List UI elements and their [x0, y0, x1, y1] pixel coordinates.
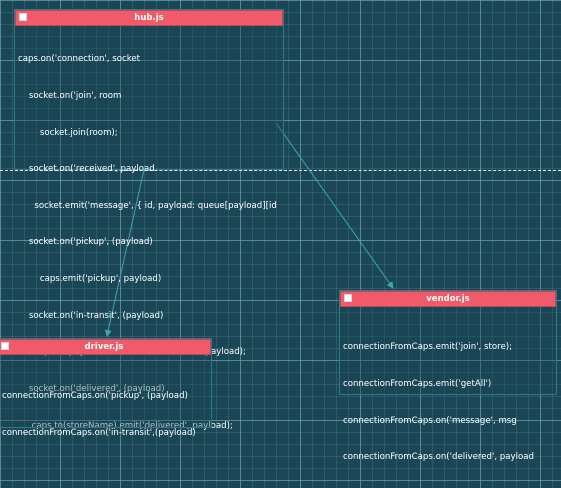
driver-header[interactable]: driver.js: [0, 339, 211, 355]
code-line: caps.on('connection', socket: [18, 54, 141, 65]
class-icon: [1, 342, 9, 350]
code-line: socket.emit('message', { id, payload: qu…: [18, 200, 277, 211]
code-line: connectionFromCaps.emit('getAll'): [343, 379, 492, 390]
class-icon: [344, 294, 352, 302]
vendor-body: connectionFromCaps.emit('join', store); …: [340, 307, 556, 488]
driver-box[interactable]: driver.js connectionFromCaps.on('pickup'…: [0, 338, 212, 438]
vendor-header[interactable]: vendor.js: [340, 291, 556, 307]
hub-title: hub.js: [134, 13, 164, 23]
hub-to-vendor-connector: [275, 122, 394, 289]
driver-body: connectionFromCaps.on('pickup', (payload…: [0, 355, 211, 464]
vendor-title: vendor.js: [426, 294, 470, 304]
code-line: socket.on('in-transit', (payload): [18, 310, 164, 321]
hub-header[interactable]: hub.js: [15, 10, 283, 26]
class-icon: [19, 13, 27, 21]
hub-box[interactable]: hub.js caps.on('connection', socket sock…: [14, 9, 284, 431]
code-line: socket.join(room);: [18, 127, 118, 138]
code-line: socket.on('join', room: [18, 91, 122, 102]
code-line: caps.emit('pickup', payload): [18, 274, 162, 285]
code-line: connectionFromCaps.on('delivered', paylo…: [343, 452, 534, 463]
code-line: socket.on('received', payload: [18, 164, 155, 175]
code-line: connectionFromCaps.on('pickup', (payload…: [2, 391, 188, 402]
code-line: socket.on('pickup', (payload): [18, 237, 153, 248]
driver-title: driver.js: [84, 342, 124, 352]
code-line: connectionFromCaps.on('in-transit',(payl…: [2, 428, 196, 439]
code-line: connectionFromCaps.emit('join', store);: [343, 342, 512, 353]
vendor-box[interactable]: vendor.js connectionFromCaps.emit('join'…: [339, 290, 557, 462]
